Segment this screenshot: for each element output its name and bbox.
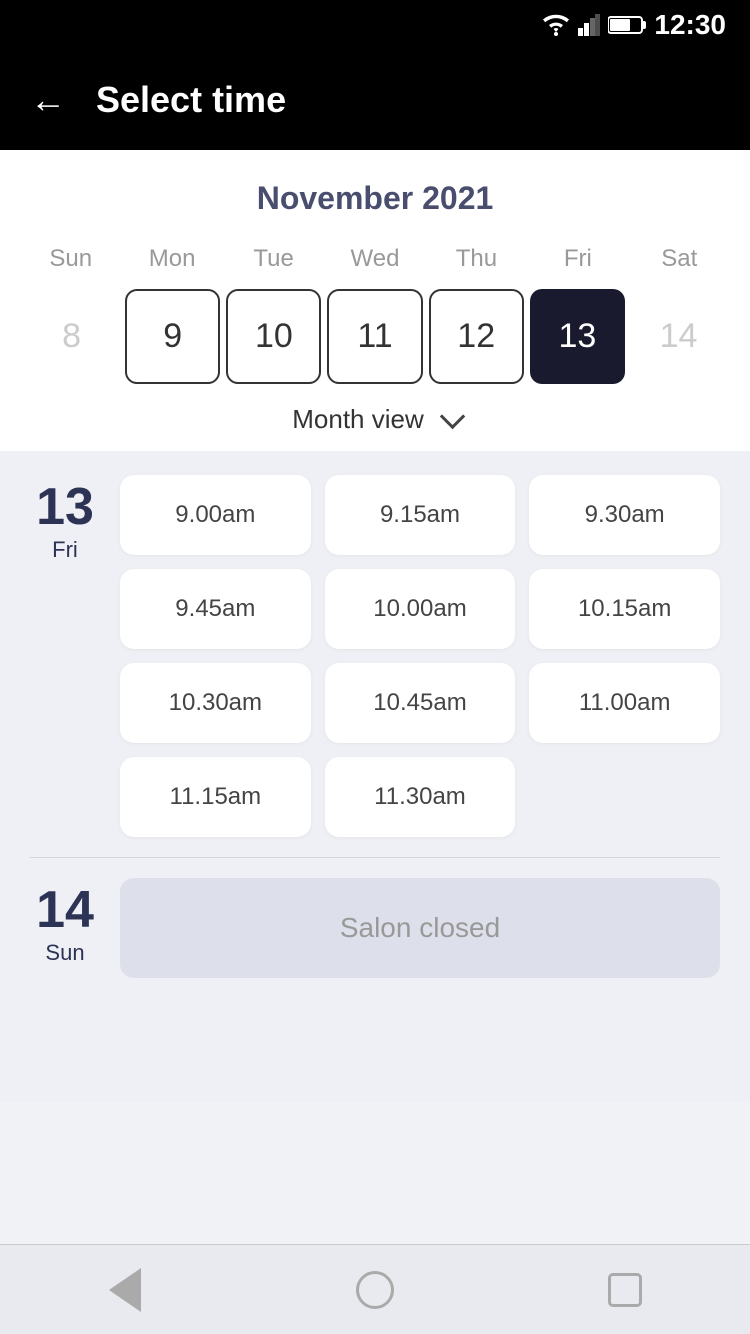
slot-1130am[interactable]: 11.30am bbox=[325, 757, 516, 837]
day-number-14: 14 bbox=[36, 884, 94, 936]
date-14[interactable]: 14 bbox=[631, 289, 726, 384]
date-13[interactable]: 13 bbox=[530, 289, 625, 384]
status-bar: 12:30 bbox=[0, 0, 750, 50]
slot-1100am[interactable]: 11.00am bbox=[529, 663, 720, 743]
wifi-icon bbox=[542, 14, 570, 36]
nav-home-button[interactable] bbox=[353, 1268, 397, 1312]
slot-1000am[interactable]: 10.00am bbox=[325, 569, 516, 649]
date-10[interactable]: 10 bbox=[226, 289, 321, 384]
slot-945am[interactable]: 9.45am bbox=[120, 569, 311, 649]
date-9[interactable]: 9 bbox=[125, 289, 220, 384]
day-block-14: 14 Sun Salon closed bbox=[30, 878, 720, 978]
calendar-section: November 2021 Sun Mon Tue Wed Thu Fri Sa… bbox=[0, 150, 750, 451]
chevron-down-icon bbox=[440, 403, 465, 428]
home-circle-icon bbox=[356, 1271, 394, 1309]
day-number-13: 13 bbox=[36, 481, 94, 533]
month-year-label: November 2021 bbox=[20, 180, 730, 217]
weekday-mon: Mon bbox=[121, 241, 222, 277]
weekday-sun: Sun bbox=[20, 241, 121, 277]
weekday-fri: Fri bbox=[527, 241, 628, 277]
nav-bar bbox=[0, 1244, 750, 1334]
day-label-13: 13 Fri bbox=[30, 475, 100, 837]
month-view-label: Month view bbox=[292, 404, 424, 435]
page-title: Select time bbox=[96, 79, 286, 121]
weekday-sat: Sat bbox=[629, 241, 730, 277]
day-name-14: Sun bbox=[45, 940, 84, 966]
status-time: 12:30 bbox=[654, 9, 726, 41]
salon-closed-message: Salon closed bbox=[120, 878, 720, 978]
slots-section: 13 Fri 9.00am 9.15am 9.30am 9.45am 10.00… bbox=[0, 451, 750, 1102]
signal-icon bbox=[578, 14, 600, 36]
dates-row: 8 9 10 11 12 13 14 bbox=[20, 289, 730, 384]
slot-1115am[interactable]: 11.15am bbox=[120, 757, 311, 837]
date-8[interactable]: 8 bbox=[24, 289, 119, 384]
slot-915am[interactable]: 9.15am bbox=[325, 475, 516, 555]
slot-1015am[interactable]: 10.15am bbox=[529, 569, 720, 649]
month-view-toggle[interactable]: Month view bbox=[20, 384, 730, 451]
weekday-tue: Tue bbox=[223, 241, 324, 277]
date-12[interactable]: 12 bbox=[429, 289, 524, 384]
header: ← Select time bbox=[0, 50, 750, 150]
week-days-row: Sun Mon Tue Wed Thu Fri Sat bbox=[20, 241, 730, 277]
slot-900am[interactable]: 9.00am bbox=[120, 475, 311, 555]
slots-grid-13: 9.00am 9.15am 9.30am 9.45am 10.00am 10.1… bbox=[120, 475, 720, 837]
date-11[interactable]: 11 bbox=[327, 289, 422, 384]
slot-1045am[interactable]: 10.45am bbox=[325, 663, 516, 743]
day-divider bbox=[30, 857, 720, 858]
weekday-thu: Thu bbox=[426, 241, 527, 277]
nav-recent-button[interactable] bbox=[603, 1268, 647, 1312]
recent-square-icon bbox=[608, 1273, 642, 1307]
weekday-wed: Wed bbox=[324, 241, 425, 277]
back-triangle-icon bbox=[109, 1268, 141, 1312]
day-label-14: 14 Sun bbox=[30, 878, 100, 966]
battery-icon bbox=[608, 15, 646, 35]
back-button[interactable]: ← bbox=[30, 79, 66, 121]
day-block-13: 13 Fri 9.00am 9.15am 9.30am 9.45am 10.00… bbox=[30, 475, 720, 837]
day-name-13: Fri bbox=[52, 537, 78, 563]
slot-930am[interactable]: 9.30am bbox=[529, 475, 720, 555]
nav-back-button[interactable] bbox=[103, 1268, 147, 1312]
status-icons: 12:30 bbox=[542, 9, 726, 41]
slot-1030am[interactable]: 10.30am bbox=[120, 663, 311, 743]
